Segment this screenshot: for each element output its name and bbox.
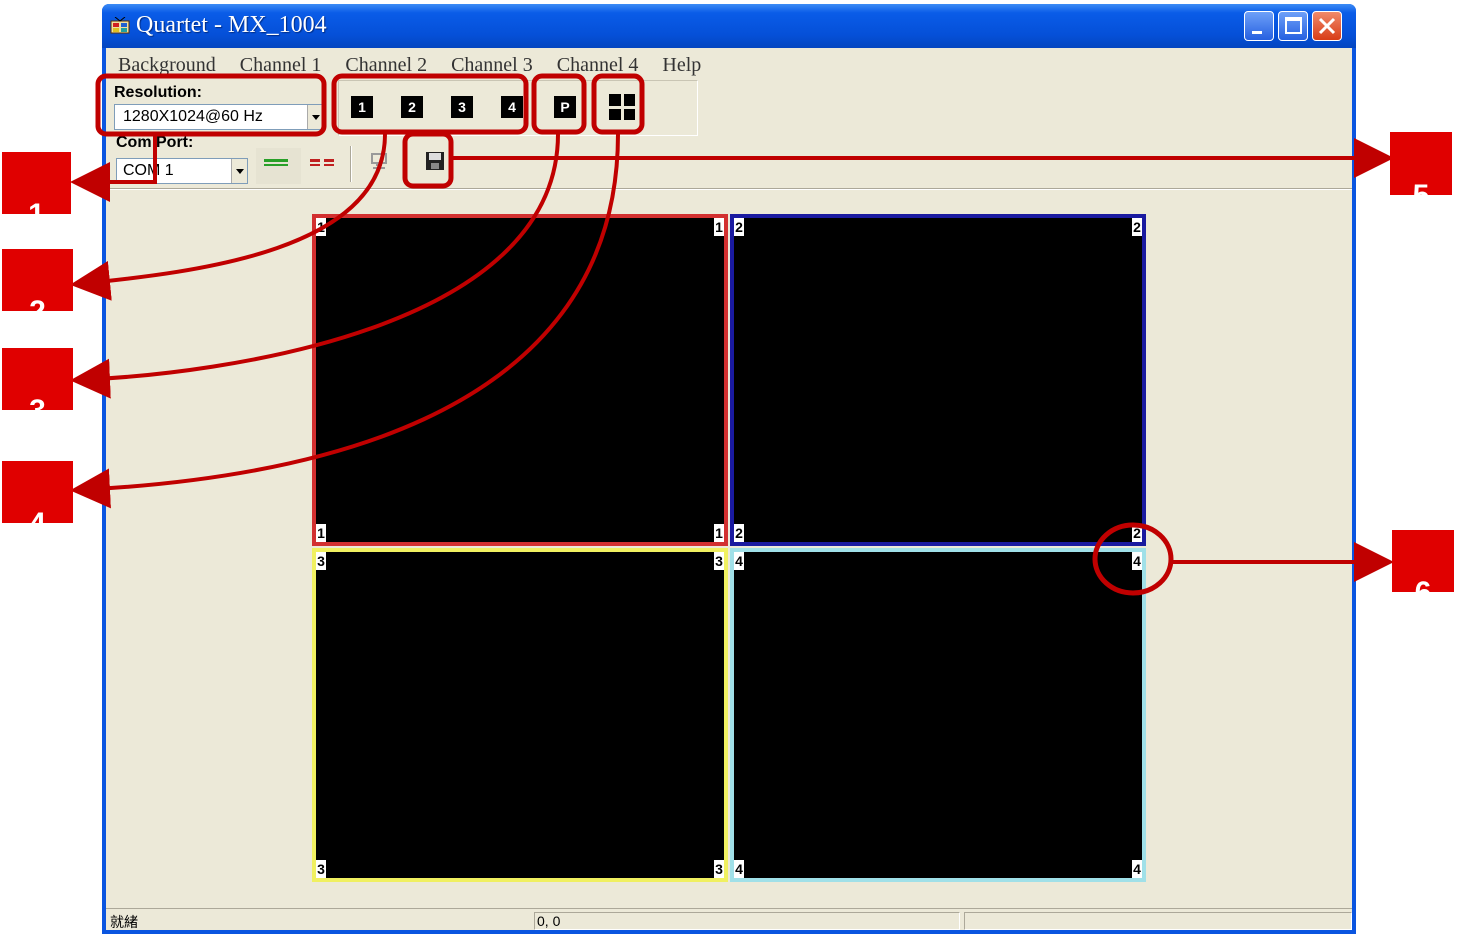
resolution-value: 1280X1024@60 Hz (123, 108, 263, 125)
minimize-icon (1252, 31, 1262, 34)
toolbar-separator (106, 188, 1352, 190)
callout-2-number: 2 (2, 297, 73, 311)
callout-1-number: 1 (2, 200, 71, 214)
callout-5: 5 (1390, 132, 1452, 195)
screenshot-stage: Quartet - MX_1004 Background Channel 1 C… (0, 0, 1461, 936)
close-button[interactable] (1312, 11, 1342, 41)
chevron-down-icon[interactable] (307, 105, 323, 129)
connect-icon[interactable] (256, 148, 301, 184)
panel-1-corner-label: 1 (316, 524, 326, 542)
panel-3-corner-label: 3 (316, 552, 326, 570)
channel-toolbar: 1 2 3 4 P (338, 80, 698, 136)
close-icon (1318, 17, 1336, 35)
panel-2-corner-label: 2 (1132, 218, 1142, 236)
channel-3-button[interactable]: 3 (451, 96, 473, 118)
menu-background[interactable]: Background (106, 52, 228, 80)
status-ready-text: 就緒 (110, 914, 138, 930)
panel-4-corner-label: 4 (1132, 552, 1142, 570)
panel-3-corner-label: 3 (714, 552, 724, 570)
panel-1-corner-label: 1 (316, 218, 326, 236)
save-icon[interactable] (424, 150, 446, 172)
channel-4-panel[interactable]: 4 4 4 4 (730, 548, 1146, 882)
client-area: Background Channel 1 Channel 2 Channel 3… (106, 48, 1352, 930)
panel-1-corner-label: 1 (714, 218, 724, 236)
panel-2-corner-label: 2 (734, 218, 744, 236)
callout-2: 2 (2, 249, 73, 311)
panel-4-corner-label: 4 (734, 860, 744, 878)
panel-2-corner-label: 2 (1132, 524, 1142, 542)
panel-3-corner-label: 3 (316, 860, 326, 878)
menu-channel-2[interactable]: Channel 2 (333, 52, 439, 80)
window-title: Quartet - MX_1004 (136, 12, 327, 38)
resolution-select[interactable]: 1280X1024@60 Hz (114, 104, 324, 130)
channel-2-panel[interactable]: 2 2 2 2 (730, 214, 1146, 546)
callout-5-number: 5 (1390, 181, 1452, 195)
quad-icon-cell (623, 94, 635, 106)
app-icon (110, 17, 130, 34)
status-coordinates: 0, 0 (534, 912, 960, 930)
callout-4: 4 (2, 461, 73, 523)
com-port-value: COM 1 (123, 162, 174, 179)
callout-6-number: 6 (1392, 578, 1454, 592)
disconnect-icon[interactable] (308, 152, 338, 176)
callout-3: 3 (2, 348, 73, 410)
pip-button[interactable]: P (554, 96, 576, 118)
title-bar[interactable]: Quartet - MX_1004 (102, 4, 1356, 48)
monitor-icon[interactable] (368, 150, 392, 174)
channel-4-button[interactable]: 4 (501, 96, 523, 118)
com-port-label: Com Port: (116, 136, 194, 150)
status-bar: 就緒 0, 0 (106, 908, 1352, 930)
callout-6: 6 (1392, 530, 1454, 592)
resolution-label: Resolution: (114, 84, 202, 101)
panel-2-corner-label: 2 (734, 524, 744, 542)
toolbar-divider (350, 146, 352, 182)
maximize-icon (1285, 17, 1302, 34)
callout-1: 1 (2, 152, 71, 214)
panel-3-corner-label: 3 (714, 860, 724, 878)
panel-4-corner-label: 4 (1132, 860, 1142, 878)
menu-channel-4[interactable]: Channel 4 (545, 52, 651, 80)
channel-1-panel[interactable]: 1 1 1 1 (312, 214, 728, 546)
panel-4-corner-label: 4 (734, 552, 744, 570)
panel-1-corner-label: 1 (714, 524, 724, 542)
menu-help[interactable]: Help (650, 52, 713, 80)
channel-1-button[interactable]: 1 (351, 96, 373, 118)
channel-3-panel[interactable]: 3 3 3 3 (312, 548, 728, 882)
quad-layout-button[interactable] (609, 94, 635, 120)
menu-channel-3[interactable]: Channel 3 (439, 52, 545, 80)
callout-4-number: 4 (2, 509, 73, 523)
menu-channel-1[interactable]: Channel 1 (228, 52, 334, 80)
minimize-button[interactable] (1244, 11, 1274, 41)
com-port-select[interactable]: COM 1 (116, 158, 248, 184)
quad-icon-cell (609, 108, 621, 120)
app-window: Quartet - MX_1004 Background Channel 1 C… (102, 4, 1356, 934)
status-panel-empty (964, 912, 1352, 930)
callout-3-number: 3 (2, 396, 73, 410)
menu-bar: Background Channel 1 Channel 2 Channel 3… (106, 52, 1352, 80)
quad-icon-cell (609, 94, 621, 106)
channel-2-button[interactable]: 2 (401, 96, 423, 118)
maximize-button[interactable] (1278, 11, 1308, 41)
chevron-down-icon[interactable] (231, 159, 247, 183)
quad-icon-cell (623, 108, 635, 120)
